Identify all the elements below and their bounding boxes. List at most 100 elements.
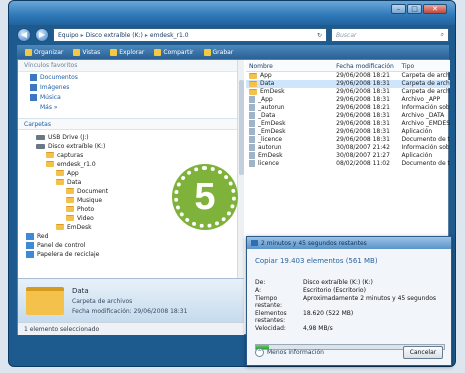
explore-icon: [110, 48, 118, 56]
file-row[interactable]: _Data 29/06/2008 18:31 Archivo _DATA: [246, 112, 450, 120]
dialog-body: Copiar 19.403 elementos (561 MB) De: Disc…: [247, 249, 451, 350]
file-type-cell: Carpeta de archivos: [401, 80, 450, 87]
tree-node-label: Data: [67, 178, 82, 186]
control-panel-icon: [26, 241, 34, 249]
tree-node[interactable]: Papelera de reciclaje: [18, 250, 244, 258]
file-row[interactable]: autorun 30/08/2007 21:42 Información sobre: [246, 144, 450, 152]
file-type-cell: Carpeta de archivos: [401, 88, 450, 95]
file-name-cell: _Data: [246, 112, 333, 120]
file-name-cell: _EmDesk: [246, 128, 333, 136]
field-label: Tiempo restante:: [255, 295, 283, 309]
favorite-link-music[interactable]: Música: [30, 94, 238, 101]
toolbar-label: Explorar: [119, 48, 145, 56]
title-bar[interactable]: – □ ✕: [9, 1, 455, 25]
column-header-name[interactable]: Nombre: [246, 60, 333, 71]
pictures-icon: [30, 84, 37, 91]
close-button[interactable]: ✕: [423, 4, 447, 14]
file-row[interactable]: _App 29/06/2008 18:31 Archivo _APP: [246, 96, 450, 104]
tree-node-label: emdesk_r1.0: [57, 160, 96, 168]
file-icon: [249, 128, 255, 135]
more-favorites-link[interactable]: Más »: [30, 104, 238, 111]
file-type-cell: Información sobre: [401, 104, 450, 111]
field-value: 4,98 MB/s: [303, 325, 333, 332]
file-date-cell: 29/06/2008 18:21: [336, 72, 390, 79]
column-header-date[interactable]: Fecha modificación: [333, 60, 398, 71]
burn-icon: [203, 48, 211, 56]
folders-header[interactable]: Carpetas: [18, 118, 244, 130]
folder-icon: [66, 215, 74, 221]
breadcrumb-item[interactable]: Equipo: [58, 32, 79, 39]
tree-node[interactable]: Red: [18, 232, 244, 240]
scrollbar-thumb[interactable]: [239, 80, 244, 175]
file-row[interactable]: _EmDesk 29/06/2008 18:31 Aplicación: [246, 128, 450, 136]
address-bar[interactable]: Equipo ▸ Disco extraíble (K:) ▸ emdesk_r…: [53, 28, 327, 42]
file-row[interactable]: EmDesk 30/08/2007 21:27 Aplicación: [246, 152, 450, 160]
file-icon: [249, 160, 255, 167]
minimize-button[interactable]: –: [391, 4, 406, 14]
column-header-type[interactable]: Tipo: [398, 60, 450, 71]
tree-node[interactable]: Disco extraíble (K:): [18, 142, 244, 150]
details-text: Data Carpeta de archivos Fecha modificac…: [72, 287, 187, 315]
toolbar-label: Vistas: [82, 48, 101, 56]
copy-progress-dialog: 2 minutos y 45 segundos restantes Copiar…: [246, 236, 452, 366]
tree-node[interactable]: capturas: [18, 151, 244, 159]
tree-node[interactable]: USB Drive (J:): [18, 133, 244, 141]
file-name: licence: [258, 160, 280, 167]
breadcrumb-item[interactable]: emdesk_r1.0: [150, 32, 189, 39]
file-row[interactable]: _autorun 29/06/2008 18:21 Información sobr…: [246, 104, 450, 112]
file-name-cell: _App: [246, 96, 333, 104]
views-icon: [73, 48, 81, 56]
navigation-scrollbar[interactable]: [237, 60, 244, 278]
folder-icon: [26, 286, 64, 315]
refresh-icon[interactable]: ↻: [317, 32, 322, 39]
copy-icon: [251, 240, 258, 246]
dialog-title-bar[interactable]: 2 minutos y 45 segundos restantes: [247, 237, 451, 249]
file-row[interactable]: EmDesk 29/06/2008 18:31 Carpeta de archivo…: [246, 88, 450, 96]
file-date-cell: 29/06/2008 18:31: [336, 96, 390, 103]
cancel-button[interactable]: Cancelar: [403, 345, 443, 359]
file-row[interactable]: licence 08/02/2008 11:02 Documento de text…: [246, 160, 450, 168]
favorite-link-pictures[interactable]: Imágenes: [30, 84, 238, 91]
file-type-cell: Información sobre: [401, 144, 450, 151]
file-row[interactable]: _EmDesk 29/06/2008 18:31 Archivo _EMDESK: [246, 120, 450, 128]
tree-node-label: Panel de control: [37, 241, 86, 249]
search-icon[interactable]: ⌕: [441, 31, 444, 39]
favorite-link-documents[interactable]: Documentos: [30, 74, 238, 81]
breadcrumb-item[interactable]: Disco extraíble (K:): [86, 32, 143, 39]
file-date-cell: 30/08/2007 21:42: [336, 144, 390, 151]
file-row[interactable]: _licence 29/06/2008 18:31 Documento de tex…: [246, 136, 450, 144]
field-value: Escritorio (Escritorio): [303, 287, 366, 294]
search-input[interactable]: Buscar ⌕: [331, 28, 449, 42]
toolbar-views[interactable]: Vistas: [73, 48, 101, 56]
field-label: Velocidad:: [255, 325, 286, 332]
less-info-toggle[interactable]: ⌃ Menos información: [255, 347, 324, 357]
file-row[interactable]: App 29/06/2008 18:21 Carpeta de archivos: [246, 72, 450, 80]
file-date-cell: 29/06/2008 18:31: [336, 120, 390, 127]
details-name: Data: [72, 286, 89, 295]
file-name-cell: EmDesk: [246, 152, 333, 160]
file-name: _Data: [258, 112, 276, 119]
forward-arrow-icon[interactable]: ▶: [35, 28, 49, 42]
file-name: _App: [258, 96, 273, 103]
dialog-title: 2 minutos y 45 segundos restantes: [261, 239, 367, 247]
step-number-badge: 5: [174, 166, 236, 228]
file-row[interactable]: Data 29/06/2008 18:31 Carpeta de archivos: [246, 80, 450, 88]
file-date-cell: 29/06/2008 18:31: [336, 80, 390, 87]
file-type-cell: Aplicación: [401, 128, 433, 135]
toolbar-burn[interactable]: Grabar: [203, 48, 233, 56]
window-controls: – □ ✕: [391, 4, 447, 14]
command-toolbar: Organizar Vistas Explorar Compartir Grab…: [17, 45, 449, 59]
favorite-label: Imágenes: [40, 84, 70, 91]
back-arrow-icon[interactable]: ◀: [17, 28, 31, 42]
file-name: EmDesk: [260, 88, 285, 95]
folder-icon: [66, 188, 74, 194]
details-type: Carpeta de archivos: [72, 297, 133, 305]
favorites-list: Documentos Imágenes Música Más »: [18, 72, 244, 111]
file-date-cell: 29/06/2008 18:31: [336, 88, 390, 95]
toolbar-organize[interactable]: Organizar: [25, 48, 63, 56]
tree-node[interactable]: Panel de control: [18, 241, 244, 249]
toolbar-share[interactable]: Compartir: [154, 48, 194, 56]
toolbar-explore[interactable]: Explorar: [110, 48, 145, 56]
tree-node-label: Red: [37, 232, 49, 240]
maximize-button[interactable]: □: [407, 4, 422, 14]
